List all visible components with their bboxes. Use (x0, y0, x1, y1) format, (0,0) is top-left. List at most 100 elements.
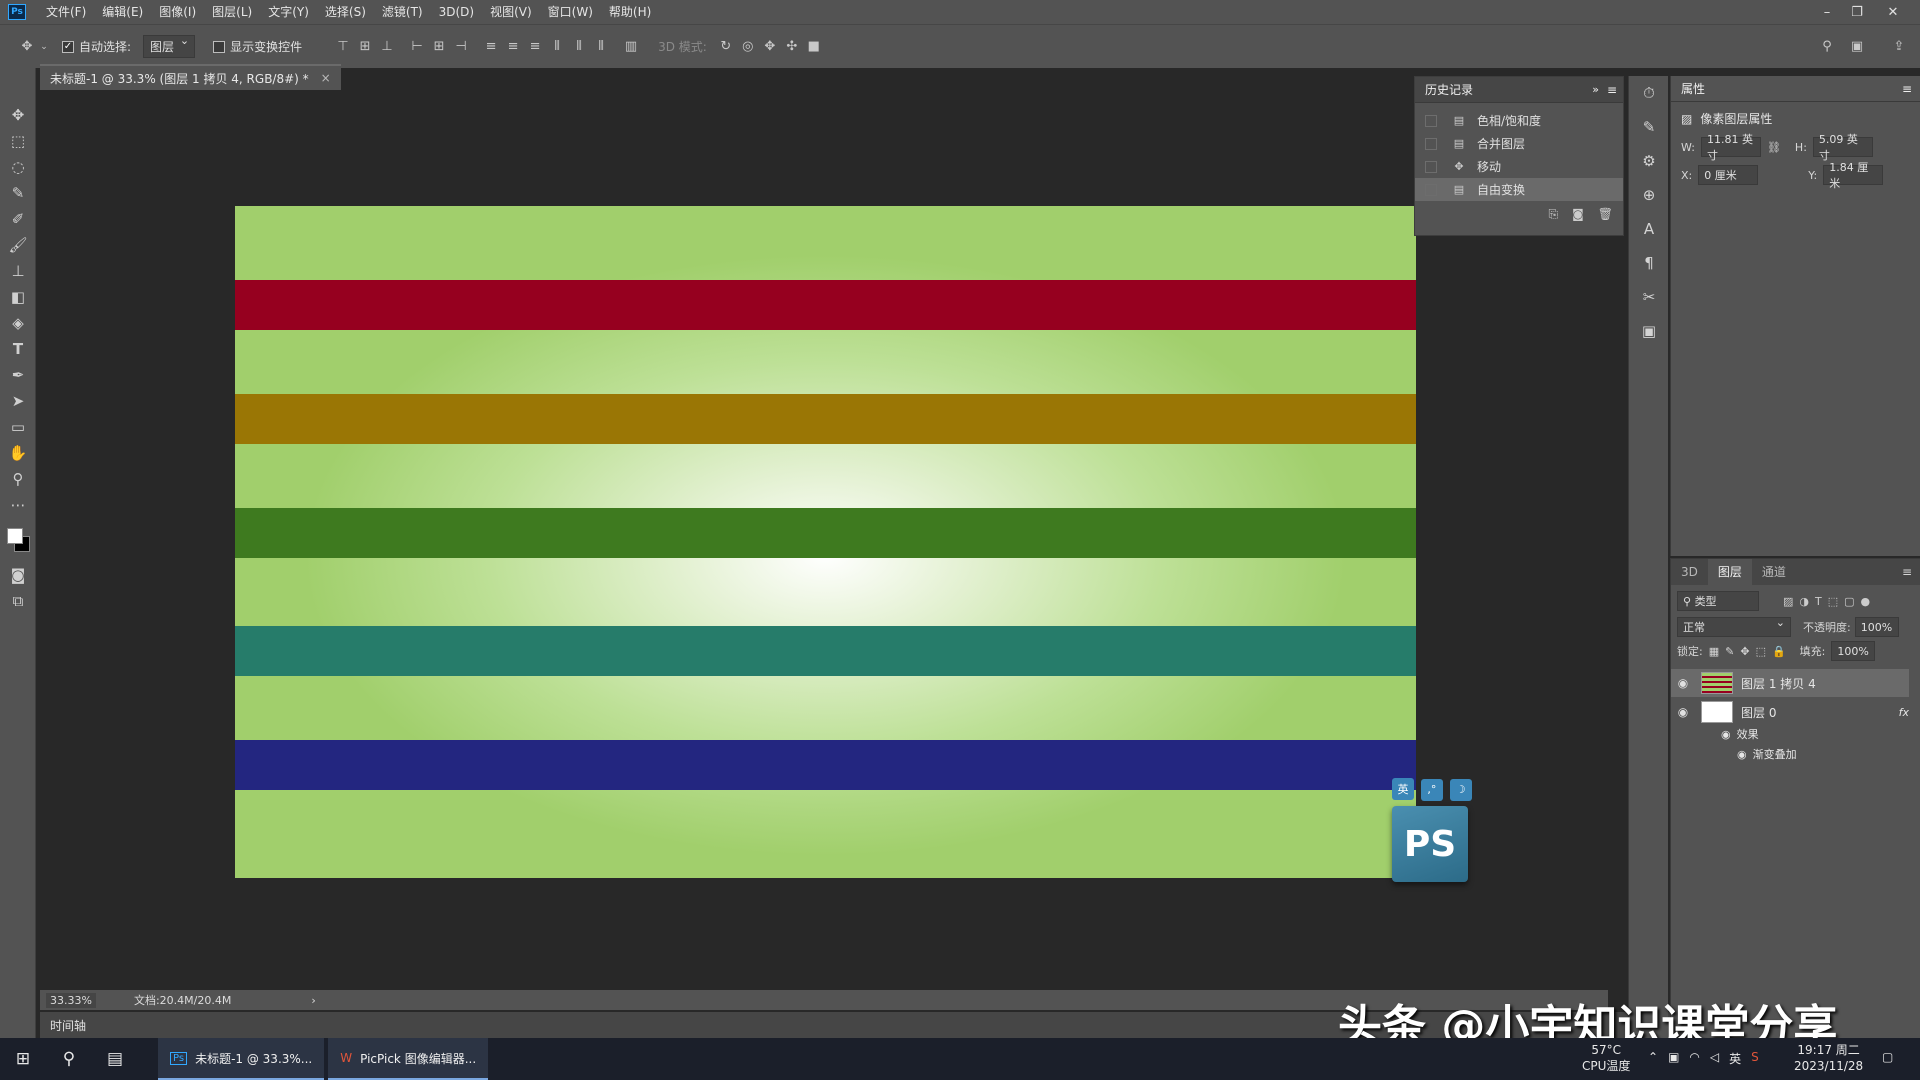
lock-artboard-icon[interactable]: ⬚ (1756, 645, 1766, 658)
3d-scale-icon[interactable]: ■ (803, 36, 825, 58)
zoom-level[interactable]: 33.33% (46, 992, 96, 1008)
tools-preset-icon[interactable]: ✂ (1629, 280, 1669, 314)
opacity-field[interactable]: 100% (1854, 617, 1899, 637)
lock-pixels-icon[interactable]: ✎ (1725, 645, 1734, 658)
auto-align-icon[interactable]: ▥ (620, 36, 642, 58)
pen-tool-icon[interactable]: ✒ (0, 362, 36, 388)
ime-indicator[interactable]: 英 (1729, 1050, 1741, 1067)
taskbar-app-picpick[interactable]: W PicPick 图像编辑器... (328, 1038, 489, 1080)
menu-image[interactable]: 图像(I) (151, 0, 204, 24)
panel-menu-icon[interactable]: ≡ (1902, 559, 1912, 585)
panel-menu-icon[interactable]: ≡ (1902, 82, 1912, 96)
history-checkbox[interactable] (1425, 183, 1437, 196)
history-item[interactable]: ▤ 色相/饱和度 (1415, 109, 1623, 132)
checkbox-icon[interactable] (213, 40, 226, 53)
tab-layers[interactable]: 图层 (1707, 559, 1752, 585)
sogou-icon[interactable]: S (1751, 1050, 1759, 1067)
filter-type-icons[interactable]: ▨◑T⬚▢● (1783, 595, 1876, 608)
zoom-tool-icon[interactable]: ⚲ (0, 466, 36, 492)
layer-name[interactable]: 图层 1 拷贝 4 (1741, 675, 1816, 692)
tab-channels[interactable]: 通道 (1752, 559, 1796, 585)
history-item[interactable]: ▤ 合并图层 (1415, 132, 1623, 155)
3d-slide-icon[interactable]: ✣ (781, 36, 803, 58)
screen-mode-icon[interactable]: ⧉ (0, 588, 36, 614)
layer-item[interactable]: ◉ 图层 0 fx (1671, 698, 1909, 726)
trash-icon[interactable]: 🗑 (1598, 207, 1613, 222)
rectangle-tool-icon[interactable]: ▭ (0, 414, 36, 440)
align-vcenter-icon[interactable]: ⊞ (354, 36, 376, 58)
history-tab[interactable]: 历史记录 » ≡ (1415, 77, 1623, 103)
move-tool-icon[interactable]: ✥ (0, 102, 36, 128)
path-select-tool-icon[interactable]: ➤ (0, 388, 36, 414)
hand-tool-icon[interactable]: ✋ (0, 440, 36, 466)
layer-name[interactable]: 图层 0 (1741, 704, 1776, 721)
distribute-top-icon[interactable]: ≡ (480, 36, 502, 58)
checkbox-checked-icon[interactable]: ✓ (62, 40, 74, 53)
eye-icon[interactable]: ◉ (1671, 676, 1695, 690)
height-field[interactable]: 5.09 英寸 (1812, 133, 1873, 162)
y-field[interactable]: 1.84 厘米 (1823, 161, 1884, 190)
properties-tab[interactable]: 属性 ≡ (1671, 76, 1920, 102)
blend-mode-dropdown[interactable]: 正常 (1677, 616, 1791, 637)
lock-all-icon[interactable]: 🔒 (1772, 645, 1786, 658)
menu-filter[interactable]: 滤镜(T) (374, 0, 431, 24)
menu-select[interactable]: 选择(S) (317, 0, 374, 24)
auto-select-dropdown[interactable]: 图层 (143, 34, 196, 58)
eye-icon[interactable]: ◉ (1671, 705, 1695, 719)
network-icon[interactable]: ▣ (1668, 1050, 1679, 1067)
eye-icon[interactable]: ◉ (1737, 748, 1747, 761)
menu-3d[interactable]: 3D(D) (431, 0, 482, 24)
3d-roll-icon[interactable]: ◎ (737, 36, 759, 58)
windows-start-icon[interactable]: ⊞ (0, 1038, 46, 1080)
eyedropper-tool-icon[interactable]: ✐ (0, 206, 36, 232)
brush-tool-icon[interactable]: 🖌 (0, 232, 36, 258)
menu-view[interactable]: 视图(V) (482, 0, 540, 24)
quick-select-tool-icon[interactable]: ✎ (0, 180, 36, 206)
3d-pan-icon[interactable]: ✥ (759, 36, 781, 58)
eye-icon[interactable]: ◉ (1721, 728, 1731, 741)
ps-floating-badge[interactable]: PS (1392, 806, 1468, 882)
type-tool-icon[interactable]: T (0, 336, 36, 362)
chevron-up-icon[interactable]: ⌃ (1648, 1050, 1658, 1067)
wifi-icon[interactable]: ◠ (1689, 1050, 1699, 1067)
menu-layer[interactable]: 图层(L) (204, 0, 260, 24)
fx-icon[interactable]: fx (1899, 706, 1909, 719)
effect-item[interactable]: ◉ 渐变叠加 (1671, 744, 1909, 764)
distribute-left-icon[interactable]: ⦀ (546, 36, 568, 58)
taskbar-app-photoshop[interactable]: Ps 未标题-1 @ 33.3%... (158, 1038, 325, 1080)
new-document-icon[interactable]: ⎘ (1549, 207, 1559, 222)
minimize-icon[interactable]: – (1812, 0, 1842, 24)
history-checkbox[interactable] (1425, 137, 1437, 150)
task-view-icon[interactable]: ▤ (92, 1038, 138, 1080)
chevron-down-icon[interactable]: ⌄ (38, 36, 50, 58)
stamp-tool-icon[interactable]: ⊥ (0, 258, 36, 284)
document-tab[interactable]: 未标题-1 @ 33.3% (图层 1 拷贝 4, RGB/8#) * × (40, 64, 341, 90)
paint-bucket-tool-icon[interactable]: ◈ (0, 310, 36, 336)
search-icon[interactable]: ⚲ (46, 1038, 92, 1080)
clone-source-icon[interactable]: ⊕ (1629, 178, 1669, 212)
clock[interactable]: 19:17 周二 2023/11/28 (1794, 1042, 1863, 1074)
color-swatches[interactable] (0, 518, 36, 562)
align-top-icon[interactable]: ⊤ (332, 36, 354, 58)
distribute-right-icon[interactable]: ⦀ (590, 36, 612, 58)
history-dock-icon[interactable]: ⏱ (1629, 76, 1669, 110)
move-tool-icon[interactable]: ✥ (16, 36, 38, 58)
more-tools-icon[interactable]: ⋯ (0, 492, 36, 518)
fill-field[interactable]: 100% (1831, 641, 1876, 661)
3d-orbit-icon[interactable]: ↻ (715, 36, 737, 58)
paragraph-icon[interactable]: ¶ (1629, 246, 1669, 280)
share-icon[interactable]: ⇪ (1888, 36, 1910, 58)
close-icon[interactable]: × (321, 71, 331, 85)
history-checkbox[interactable] (1425, 160, 1437, 173)
search-icon[interactable]: ⚲ (1816, 36, 1838, 58)
adjustments-icon[interactable]: ⚙ (1629, 144, 1669, 178)
close-icon[interactable]: ✕ (1878, 0, 1908, 24)
foreground-color-swatch[interactable] (7, 528, 23, 544)
history-item-active[interactable]: ▤ 自由变换 (1415, 178, 1623, 201)
layer-item-selected[interactable]: ◉ 图层 1 拷贝 4 (1671, 669, 1909, 697)
restore-icon[interactable]: ❐ (1842, 0, 1872, 24)
quick-mask-icon[interactable]: ◙ (0, 562, 36, 588)
document-canvas[interactable] (235, 206, 1416, 878)
align-bottom-icon[interactable]: ⊥ (376, 36, 398, 58)
panel-menu-icon[interactable]: ≡ (1607, 83, 1617, 97)
